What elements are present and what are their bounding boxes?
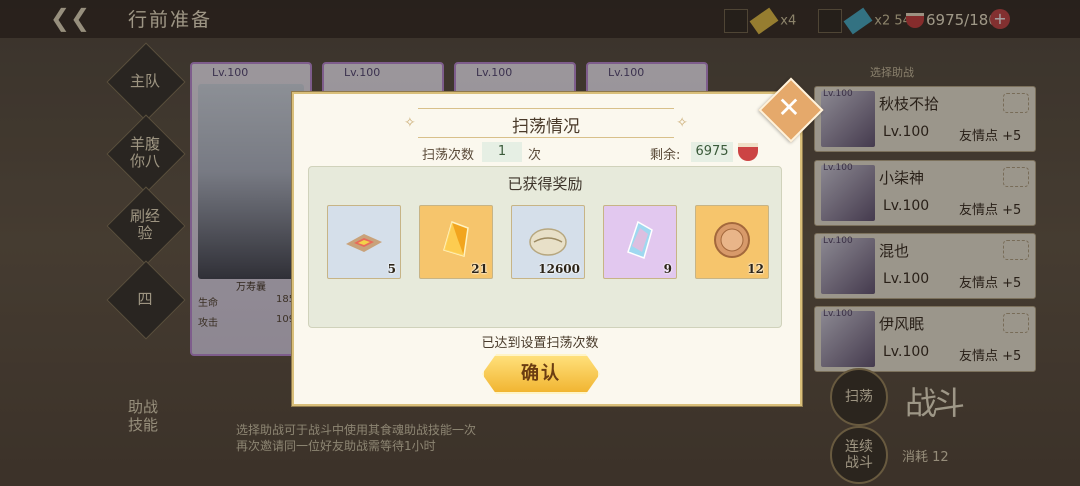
dialog-title: 扫荡情况 xyxy=(512,117,580,137)
confirm-button[interactable]: 确认 xyxy=(482,354,600,394)
title-banner: ✧ 扫荡情况 ✧ xyxy=(404,108,688,138)
sweep-count-unit: 次 xyxy=(528,148,542,163)
reward-item[interactable]: 21 xyxy=(419,205,493,279)
rainbow-crystal-icon xyxy=(627,220,653,259)
ornament-icon: ✧ xyxy=(676,115,688,131)
sweep-count-value: 1 xyxy=(482,142,522,162)
remain-label: 剩余: xyxy=(650,148,681,163)
close-icon[interactable]: ✕ xyxy=(768,87,810,129)
rewards-panel: 已获得奖励 5 21 12600 9 12 xyxy=(308,166,782,328)
reward-qty: 21 xyxy=(471,262,488,276)
sweep-complete-message: 已达到设置扫荡次数 xyxy=(481,336,599,351)
reward-qty: 12 xyxy=(747,262,764,276)
reward-item[interactable]: 12 xyxy=(695,205,769,279)
reward-item[interactable]: 5 xyxy=(327,205,401,279)
reward-qty: 9 xyxy=(663,262,672,276)
gold-crystal-icon xyxy=(443,221,469,257)
ornament-icon: ✧ xyxy=(404,115,416,131)
rewards-title: 已获得奖励 xyxy=(507,175,583,193)
sweep-count-label: 扫荡次数 xyxy=(422,148,475,163)
powder-icon xyxy=(346,234,382,252)
reward-item[interactable]: 9 xyxy=(603,205,677,279)
remain-value: 6975 xyxy=(691,142,733,162)
reward-qty: 12600 xyxy=(538,262,580,276)
copper-coin-icon xyxy=(714,222,750,258)
reward-qty: 5 xyxy=(387,262,396,276)
shell-coin-icon xyxy=(529,228,567,256)
reward-item[interactable]: 12600 xyxy=(511,205,585,279)
